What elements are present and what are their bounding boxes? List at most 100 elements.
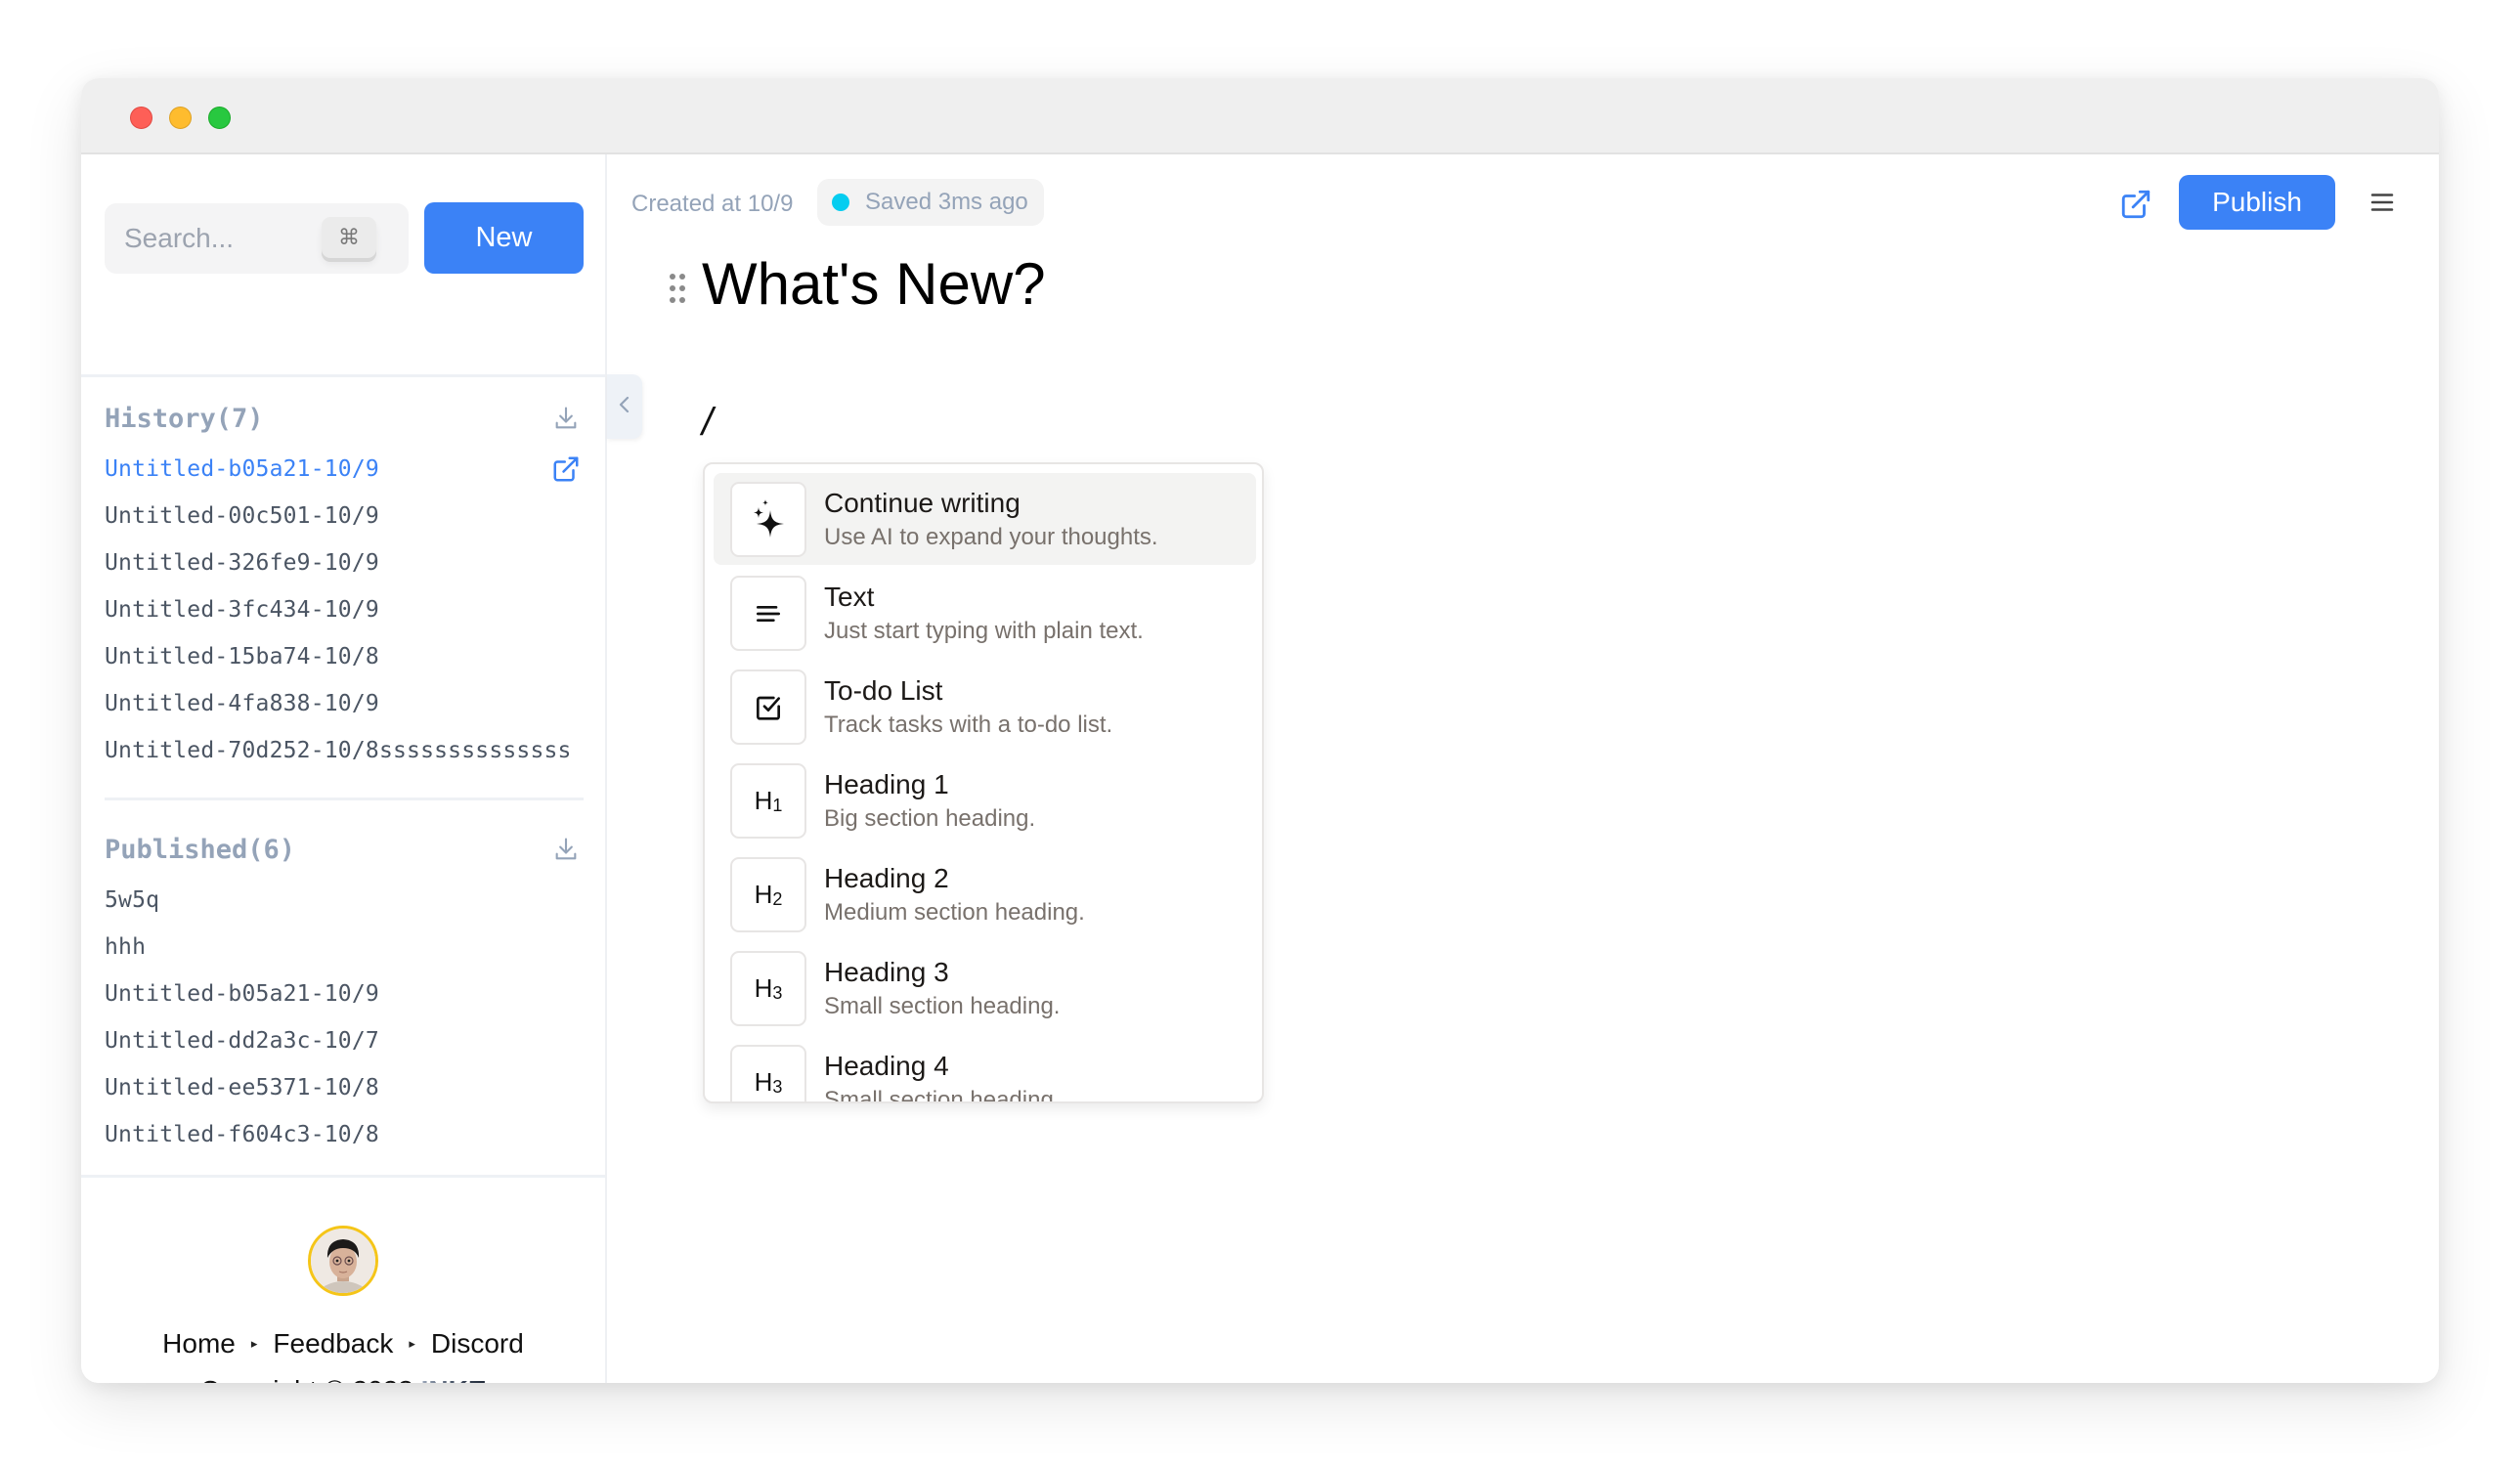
history-item[interactable]: Untitled-70d252-10/8ssssssssssssss xyxy=(105,727,584,774)
home-link[interactable]: Home xyxy=(162,1328,236,1359)
feedback-link[interactable]: Feedback xyxy=(273,1328,393,1359)
slash-command-menu: Continue writing Use AI to expand your t… xyxy=(703,462,1264,1103)
heading-glyph: H xyxy=(754,1067,773,1097)
history-item[interactable]: Untitled-15ba74-10/8 xyxy=(105,633,584,680)
published-item[interactable]: 5w5q xyxy=(105,877,584,924)
menu-item-todo-list[interactable]: To-do List Track tasks with a to-do list… xyxy=(714,661,1256,753)
save-status-text: Saved 3ms ago xyxy=(865,189,1028,215)
menu-item-description: Small section heading. xyxy=(824,1087,1061,1103)
hamburger-menu-icon[interactable] xyxy=(2368,188,2399,219)
save-status-badge: Saved 3ms ago xyxy=(817,179,1044,226)
menu-item-title: Continue writing xyxy=(824,488,1021,518)
editor-current-line[interactable]: / xyxy=(702,401,713,445)
history-item[interactable]: Untitled-3fc434-10/9 xyxy=(105,586,584,633)
published-item[interactable]: Untitled-b05a21-10/9 xyxy=(105,971,584,1017)
menu-item-description: Use AI to expand your thoughts. xyxy=(824,524,1158,550)
title-bar xyxy=(81,78,2439,154)
heading-level: 3 xyxy=(772,983,783,1003)
heading-level: 3 xyxy=(772,1077,783,1097)
history-title: History(7) xyxy=(105,403,264,434)
status-dot-icon xyxy=(832,194,849,211)
menu-item-description: Medium section heading. xyxy=(824,899,1085,926)
menu-item-title: Heading 2 xyxy=(824,863,949,893)
menu-item-description: Just start typing with plain text. xyxy=(824,618,1144,644)
history-item-label: Untitled-70d252-10/8ssssssssssssss xyxy=(105,738,572,763)
external-link-icon[interactable] xyxy=(2119,188,2154,223)
drag-handle-icon[interactable] xyxy=(668,272,687,305)
download-icon[interactable] xyxy=(548,832,584,867)
close-window-button[interactable] xyxy=(130,107,152,129)
menu-item-description: Track tasks with a to-do list. xyxy=(824,712,1113,738)
published-item-label: Untitled-f604c3-10/8 xyxy=(105,1122,379,1147)
published-item-label: 5w5q xyxy=(105,887,160,913)
divider xyxy=(81,1175,605,1178)
history-item-label: Untitled-326fe9-10/9 xyxy=(105,550,379,576)
published-list: 5w5q hhh Untitled-b05a21-10/9 Untitled-d… xyxy=(105,877,584,1158)
command-key-icon[interactable]: ⌘ xyxy=(322,217,376,258)
published-item[interactable]: Untitled-dd2a3c-10/7 xyxy=(105,1017,584,1064)
search-input[interactable] xyxy=(124,203,320,274)
heading-glyph: H xyxy=(754,786,773,815)
published-item-label: Untitled-ee5371-10/8 xyxy=(105,1075,379,1100)
history-item-label: Untitled-3fc434-10/9 xyxy=(105,597,379,623)
copyright: Copyright © 2023 INKE xyxy=(81,1375,605,1383)
zoom-window-button[interactable] xyxy=(208,107,231,129)
minimize-window-button[interactable] xyxy=(169,107,192,129)
avatar[interactable] xyxy=(308,1226,378,1296)
heading3-icon: H3 xyxy=(730,1045,806,1101)
text-icon xyxy=(730,576,806,651)
collapse-sidebar-button[interactable] xyxy=(607,374,642,439)
separator-icon: ▸ xyxy=(250,1336,258,1351)
history-header: History(7) xyxy=(105,399,584,438)
history-item-label: Untitled-00c501-10/9 xyxy=(105,503,379,529)
published-header: Published(6) xyxy=(105,830,584,869)
menu-item-title: Heading 3 xyxy=(824,957,949,987)
published-item-label: Untitled-dd2a3c-10/7 xyxy=(105,1028,379,1054)
published-item[interactable]: Untitled-f604c3-10/8 xyxy=(105,1111,584,1158)
document-title[interactable]: What's New? xyxy=(702,250,1046,318)
heading1-icon: H1 xyxy=(730,763,806,839)
menu-item-title: Text xyxy=(824,582,875,612)
history-item[interactable]: Untitled-b05a21-10/9 xyxy=(105,446,584,493)
sidebar: ⌘ New History(7) Untitled-b05a21-10/9 Un… xyxy=(81,154,607,1383)
heading3-icon: H3 xyxy=(730,951,806,1026)
download-icon[interactable] xyxy=(548,401,584,436)
published-item-label: hhh xyxy=(105,934,147,960)
menu-item-heading-4[interactable]: H3 Heading 4 Small section heading. xyxy=(714,1036,1256,1103)
history-item[interactable]: Untitled-326fe9-10/9 xyxy=(105,539,584,586)
menu-item-title: Heading 1 xyxy=(824,769,949,799)
menu-item-text[interactable]: Text Just start typing with plain text. xyxy=(714,567,1256,659)
menu-item-title: To-do List xyxy=(824,675,943,706)
menu-item-title: Heading 4 xyxy=(824,1051,949,1081)
separator-icon: ▸ xyxy=(409,1336,415,1351)
new-document-button[interactable]: New xyxy=(424,202,584,274)
divider xyxy=(81,374,605,377)
menu-item-heading-3[interactable]: H3 Heading 3 Small section heading. xyxy=(714,942,1256,1034)
brand-link[interactable]: INKE xyxy=(421,1375,487,1383)
sparkles-icon xyxy=(730,482,806,557)
menu-item-continue-writing[interactable]: Continue writing Use AI to expand your t… xyxy=(714,473,1256,565)
history-item-label: Untitled-15ba74-10/8 xyxy=(105,644,379,669)
published-item[interactable]: hhh xyxy=(105,924,584,971)
menu-item-description: Big section heading. xyxy=(824,805,1036,832)
divider xyxy=(105,798,584,800)
chevron-left-icon xyxy=(617,394,632,420)
heading-glyph: H xyxy=(754,880,773,909)
heading-level: 2 xyxy=(772,889,783,909)
heading2-icon: H2 xyxy=(730,857,806,932)
history-item-label: Untitled-4fa838-10/9 xyxy=(105,691,379,716)
menu-item-description: Small section heading. xyxy=(824,993,1061,1019)
menu-item-heading-1[interactable]: H1 Heading 1 Big section heading. xyxy=(714,755,1256,846)
discord-link[interactable]: Discord xyxy=(431,1328,524,1359)
app-window: ⌘ New History(7) Untitled-b05a21-10/9 Un… xyxy=(81,78,2439,1383)
published-title: Published(6) xyxy=(105,834,296,865)
published-item[interactable]: Untitled-ee5371-10/8 xyxy=(105,1064,584,1111)
menu-item-heading-2[interactable]: H2 Heading 2 Medium section heading. xyxy=(714,848,1256,940)
history-item[interactable]: Untitled-4fa838-10/9 xyxy=(105,680,584,727)
external-link-icon[interactable] xyxy=(548,452,584,487)
publish-button[interactable]: Publish xyxy=(2179,175,2335,230)
copyright-text: Copyright © 2023 xyxy=(200,1375,413,1383)
checkbox-icon xyxy=(730,669,806,745)
history-item[interactable]: Untitled-00c501-10/9 xyxy=(105,493,584,539)
heading-glyph: H xyxy=(754,973,773,1003)
